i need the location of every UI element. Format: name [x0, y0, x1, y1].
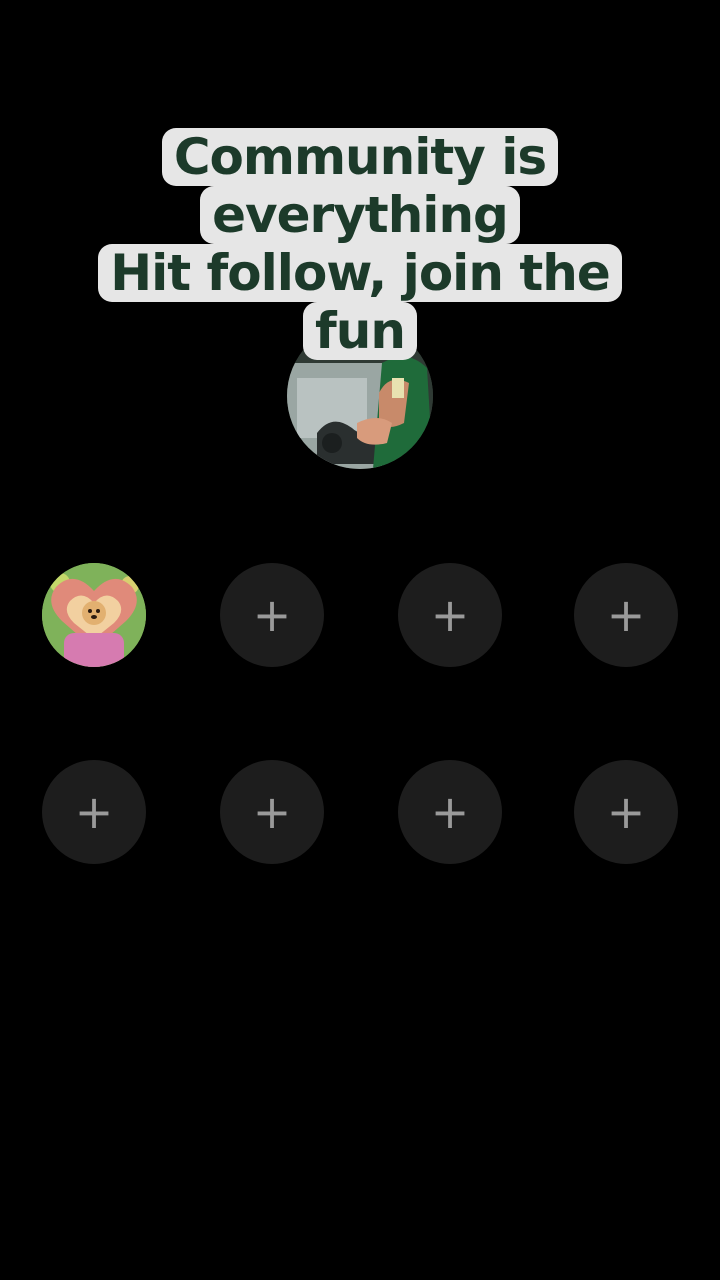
plus-icon: + [252, 785, 292, 839]
dog-heart-avatar-icon [42, 563, 146, 667]
add-slot-2[interactable]: + [220, 563, 324, 667]
caption-line-2: everything [200, 186, 520, 244]
add-slot-8[interactable]: + [574, 760, 678, 864]
plus-icon: + [252, 588, 292, 642]
plus-icon: + [430, 588, 470, 642]
add-slot-7[interactable]: + [398, 760, 502, 864]
add-slot-6[interactable]: + [220, 760, 324, 864]
caption: Community is everything Hit follow, join… [0, 128, 720, 360]
plus-icon: + [74, 785, 114, 839]
add-slot-5[interactable]: + [42, 760, 146, 864]
add-slot-3[interactable]: + [398, 563, 502, 667]
caption-line-1: Community is [161, 128, 559, 186]
plus-icon: + [430, 785, 470, 839]
plus-icon: + [606, 588, 646, 642]
add-slot-4[interactable]: + [574, 563, 678, 667]
caption-line-3: Hit follow, join the [98, 244, 622, 302]
follower-slot-1[interactable] [42, 563, 146, 667]
caption-line-4: fun [303, 302, 417, 360]
plus-icon: + [606, 785, 646, 839]
